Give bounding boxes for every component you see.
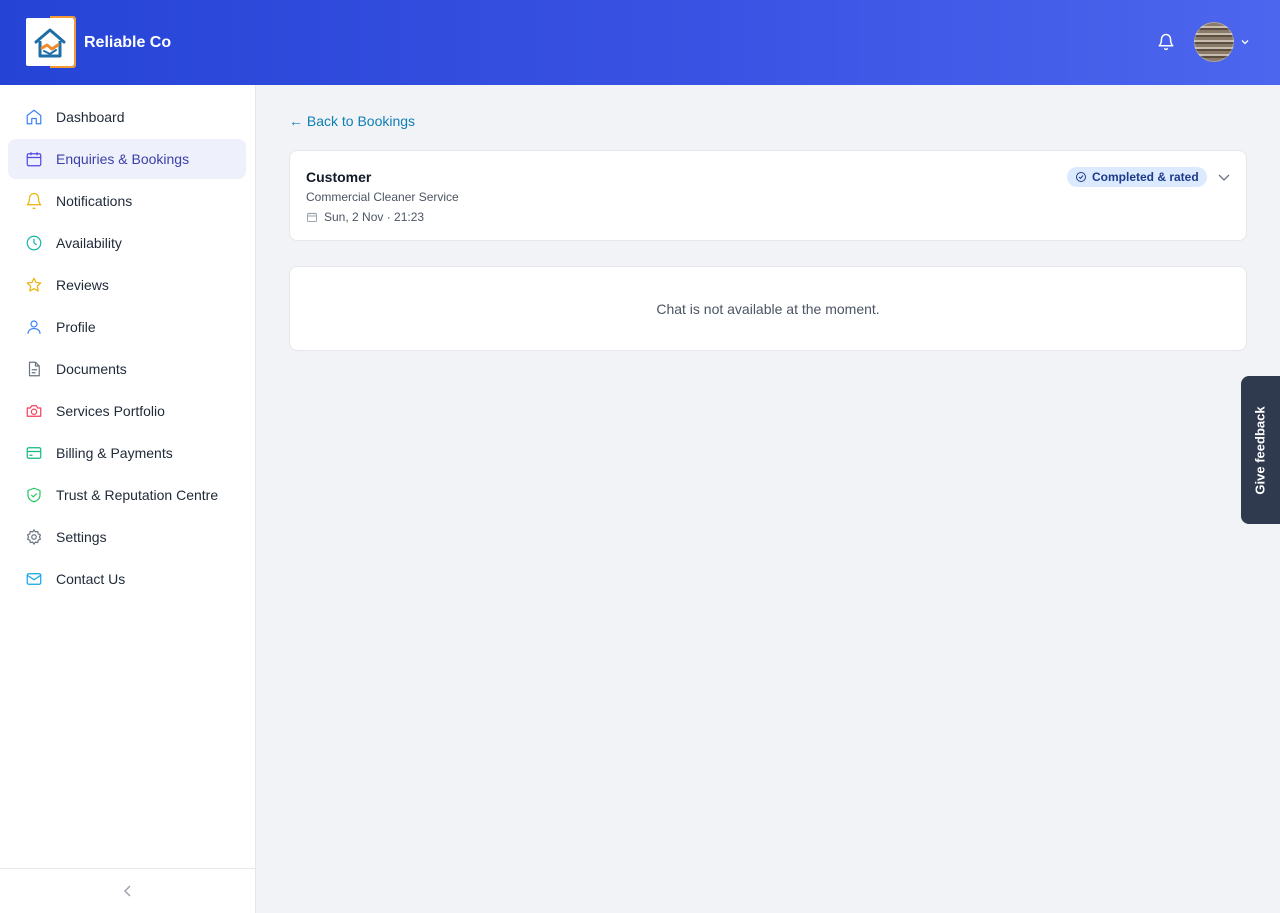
chat-panel: Chat is not available at the moment. bbox=[289, 266, 1247, 351]
clock-icon bbox=[24, 233, 44, 253]
service-name: Commercial Cleaner Service bbox=[306, 190, 459, 204]
sidebar: Dashboard Enquiries & Bookings Notificat… bbox=[0, 85, 256, 913]
status-badge: Completed & rated bbox=[1067, 167, 1207, 187]
booking-datetime: Sun, 2 Nov · 21:23 bbox=[306, 210, 424, 224]
star-icon bbox=[24, 275, 44, 295]
document-icon bbox=[24, 359, 44, 379]
sidebar-item-label: Contact Us bbox=[56, 571, 126, 587]
back-to-bookings-link[interactable]: ← Back to Bookings bbox=[289, 113, 415, 129]
sidebar-item-contact-us[interactable]: Contact Us bbox=[8, 559, 246, 599]
sidebar-item-label: Billing & Payments bbox=[56, 445, 173, 461]
sidebar-item-billing-payments[interactable]: Billing & Payments bbox=[8, 433, 246, 473]
sidebar-item-trust-reputation[interactable]: Trust & Reputation Centre bbox=[8, 475, 246, 515]
sidebar-item-label: Notifications bbox=[56, 193, 133, 209]
sidebar-item-settings[interactable]: Settings bbox=[8, 517, 246, 557]
gear-icon bbox=[24, 527, 44, 547]
chevron-left-icon bbox=[123, 885, 131, 897]
sidebar-nav: Dashboard Enquiries & Bookings Notificat… bbox=[0, 85, 255, 599]
sidebar-item-documents[interactable]: Documents bbox=[8, 349, 246, 389]
sidebar-item-availability[interactable]: Availability bbox=[8, 223, 246, 263]
brand-logo[interactable] bbox=[26, 15, 76, 69]
top-header: Reliable Co bbox=[0, 0, 1280, 85]
user-avatar[interactable] bbox=[1194, 22, 1234, 62]
camera-icon bbox=[24, 401, 44, 421]
sidebar-item-label: Trust & Reputation Centre bbox=[56, 487, 219, 503]
booking-card[interactable]: Customer Commercial Cleaner Service Sun,… bbox=[289, 150, 1247, 241]
sidebar-item-label: Profile bbox=[56, 319, 96, 335]
credit-card-icon bbox=[24, 443, 44, 463]
check-circle-icon bbox=[1075, 171, 1087, 183]
sidebar-item-services-portfolio[interactable]: Services Portfolio bbox=[8, 391, 246, 431]
chevron-down-icon[interactable] bbox=[1240, 37, 1250, 47]
sidebar-item-dashboard[interactable]: Dashboard bbox=[8, 97, 246, 137]
sidebar-item-label: Availability bbox=[56, 235, 122, 251]
mail-icon bbox=[24, 569, 44, 589]
sidebar-item-label: Settings bbox=[56, 529, 107, 545]
collapse-sidebar-button[interactable] bbox=[0, 868, 255, 913]
sidebar-item-label: Dashboard bbox=[56, 109, 125, 125]
calendar-icon bbox=[306, 211, 318, 223]
sidebar-item-profile[interactable]: Profile bbox=[8, 307, 246, 347]
sidebar-item-enquiries-bookings[interactable]: Enquiries & Bookings bbox=[8, 139, 246, 179]
shield-check-icon bbox=[24, 485, 44, 505]
give-feedback-label: Give feedback bbox=[1253, 405, 1268, 495]
calendar-icon bbox=[24, 149, 44, 169]
sidebar-item-notifications[interactable]: Notifications bbox=[8, 181, 246, 221]
sidebar-item-reviews[interactable]: Reviews bbox=[8, 265, 246, 305]
home-icon bbox=[24, 107, 44, 127]
sidebar-item-label: Reviews bbox=[56, 277, 109, 293]
house-handshake-logo-icon bbox=[34, 28, 66, 57]
chat-unavailable-message: Chat is not available at the moment. bbox=[656, 300, 880, 317]
chevron-down-icon[interactable] bbox=[1217, 170, 1231, 184]
give-feedback-button[interactable]: Give feedback bbox=[1241, 376, 1280, 524]
bell-icon bbox=[24, 191, 44, 211]
notifications-bell-icon[interactable] bbox=[1156, 32, 1176, 52]
brand-name: Reliable Co bbox=[84, 33, 172, 51]
sidebar-item-label: Documents bbox=[56, 361, 127, 377]
customer-name: Customer bbox=[306, 169, 372, 185]
sidebar-item-label: Enquiries & Bookings bbox=[56, 151, 190, 167]
booking-datetime-text: Sun, 2 Nov · 21:23 bbox=[324, 210, 425, 224]
sidebar-item-label: Services Portfolio bbox=[56, 403, 165, 419]
status-badge-label: Completed & rated bbox=[1092, 170, 1199, 184]
user-icon bbox=[24, 317, 44, 337]
